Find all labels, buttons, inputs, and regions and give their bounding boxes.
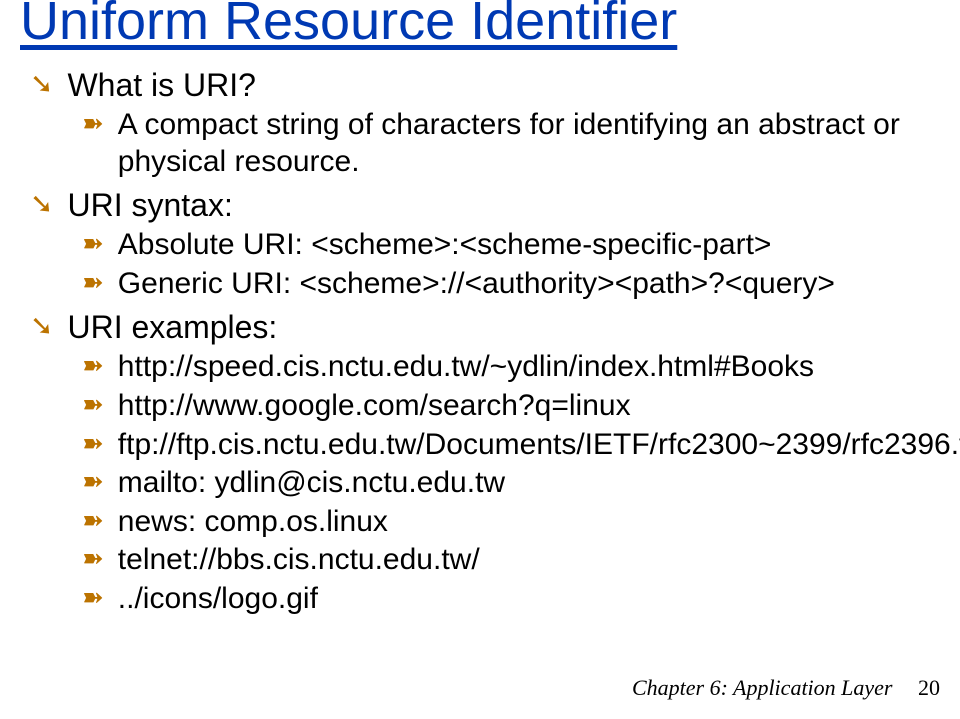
bullet-text: Absolute URI: <scheme>:<scheme-specific-… [118, 227, 772, 264]
bullet-level2: ➽ http://speed.cis.nctu.edu.tw/~ydlin/ind… [82, 349, 940, 386]
bullet-level1: ➘ URI syntax: [30, 186, 940, 225]
bullet-text: URI syntax: [67, 186, 232, 225]
bullet-icon: ➽ [82, 542, 104, 576]
bullet-text: ftp://ftp.cis.nctu.edu.tw/Documents/IETF… [118, 427, 960, 464]
chapter-label: Chapter 6: Application Layer [632, 675, 893, 700]
bullet-text: What is URI? [67, 66, 255, 105]
slide-footer: Chapter 6: Application Layer 20 [632, 675, 940, 701]
bullet-text: telnet://bbs.cis.nctu.edu.tw/ [118, 542, 480, 579]
bullet-level2: ➽ telnet://bbs.cis.nctu.edu.tw/ [82, 542, 940, 579]
bullet-level2: ➽ Absolute URI: <scheme>:<scheme-specific… [82, 227, 940, 264]
bullet-level2: ➽ news: comp.os.linux [82, 504, 940, 541]
bullet-icon: ➽ [82, 107, 104, 141]
bullet-text: mailto: ydlin@cis.nctu.edu.tw [118, 465, 505, 502]
bullet-text: A compact string of characters for ident… [118, 107, 940, 180]
bullet-icon: ➘ [30, 308, 53, 344]
bullet-level1: ➘ What is URI? [30, 66, 940, 105]
bullet-level2: ➽ Generic URI: <scheme>://<authority><pat… [82, 266, 940, 303]
bullet-icon: ➽ [82, 504, 104, 538]
bullet-text: URI examples: [67, 308, 277, 347]
bullet-level2: ➽ mailto: ydlin@cis.nctu.edu.tw [82, 465, 940, 502]
bullet-icon: ➽ [82, 388, 104, 422]
bullet-icon: ➘ [30, 66, 53, 102]
bullet-text: news: comp.os.linux [118, 504, 388, 541]
content-list: ➘What is URI?➽A compact string of charac… [20, 66, 940, 618]
page-number: 20 [918, 675, 940, 700]
bullet-level2: ➽ A compact string of characters for iden… [82, 107, 940, 180]
slide-title: Uniform Resource Identifier [20, 0, 940, 48]
bullet-text: Generic URI: <scheme>://<authority><path… [118, 266, 835, 303]
bullet-icon: ➽ [82, 349, 104, 383]
bullet-text: http://speed.cis.nctu.edu.tw/~ydlin/inde… [118, 349, 814, 386]
bullet-icon: ➘ [30, 186, 53, 222]
bullet-icon: ➽ [82, 227, 104, 261]
bullet-level2: ➽ http://www.google.com/search?q=linux [82, 388, 940, 425]
bullet-icon: ➽ [82, 465, 104, 499]
bullet-text: http://www.google.com/search?q=linux [118, 388, 631, 425]
bullet-level2: ➽ ../icons/logo.gif [82, 581, 940, 618]
bullet-level2: ➽ftp://ftp.cis.nctu.edu.tw/Documents/IET… [82, 427, 940, 464]
bullet-text: ../icons/logo.gif [118, 581, 318, 618]
bullet-icon: ➽ [82, 581, 104, 615]
slide-body: Uniform Resource Identifier ➘ What is URI… [0, 0, 960, 618]
bullet-level1: ➘ URI examples: [30, 308, 940, 347]
bullet-icon: ➽ [82, 427, 104, 461]
bullet-icon: ➽ [82, 266, 104, 300]
